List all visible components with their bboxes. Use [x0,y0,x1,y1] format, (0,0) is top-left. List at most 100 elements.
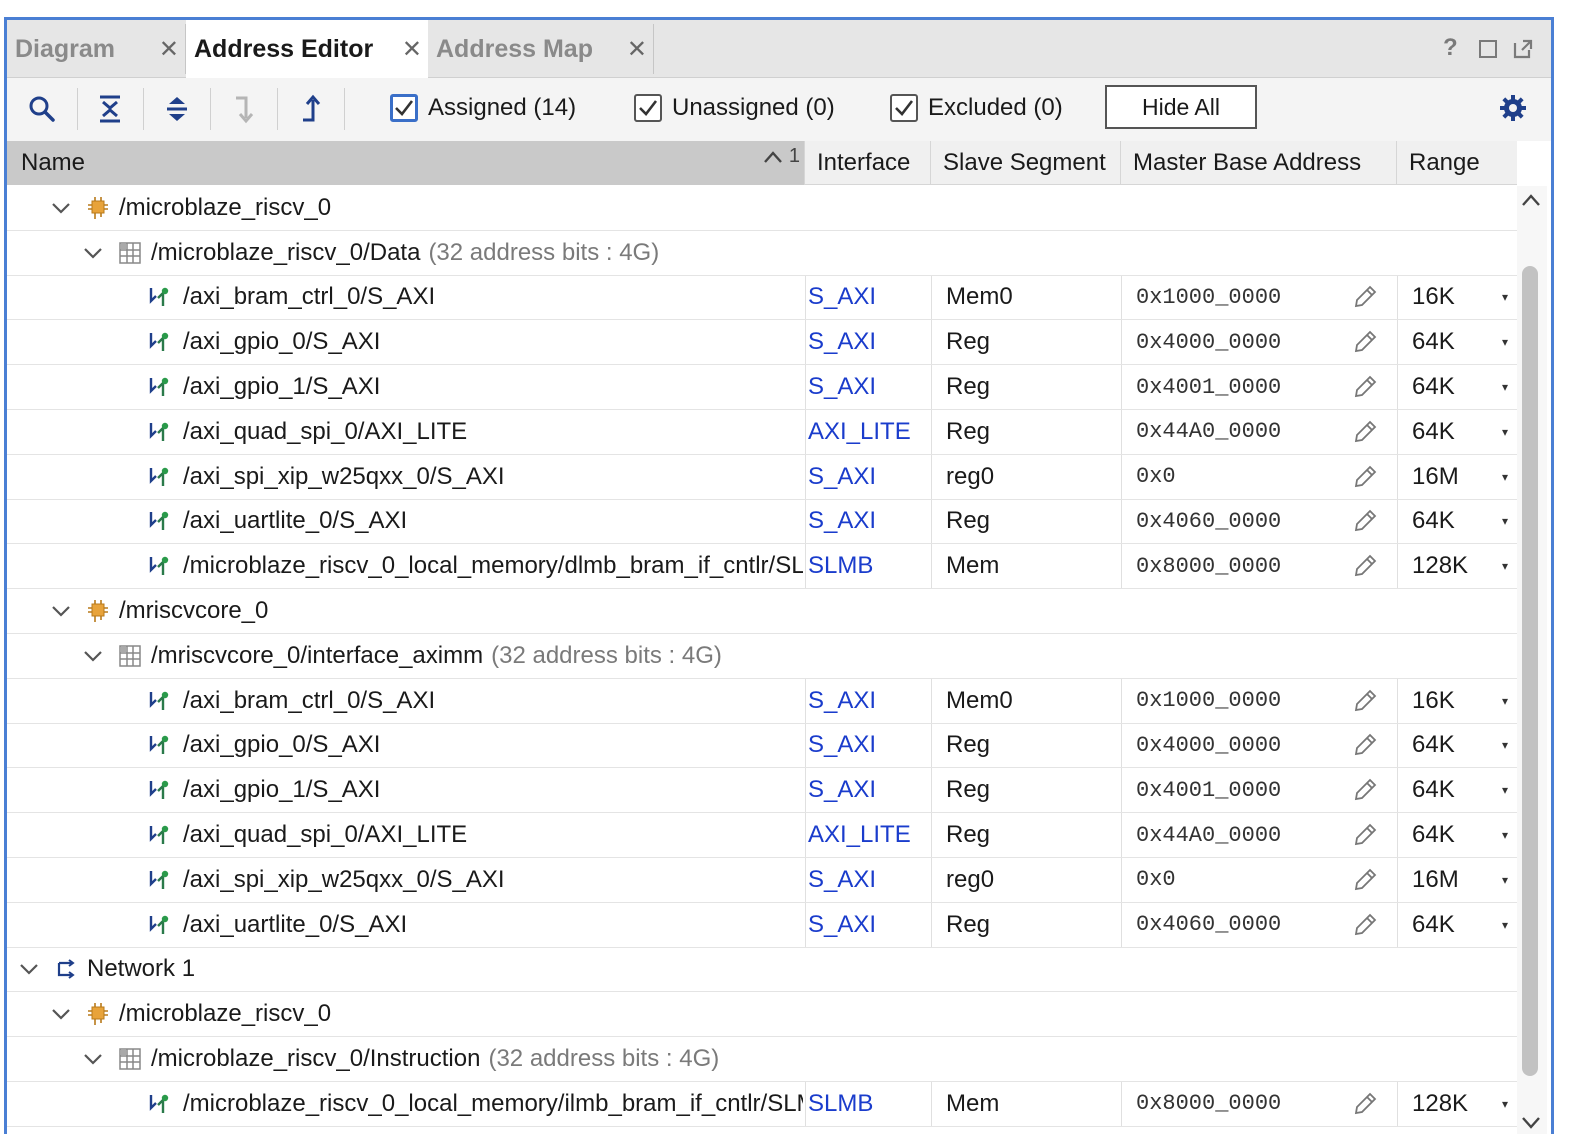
edit-pencil-icon[interactable] [1352,724,1378,768]
network-row[interactable]: Network 1 [7,948,1517,993]
collapse-all-icon[interactable] [93,92,127,126]
move-up-icon[interactable] [294,92,328,126]
excluded-filter[interactable]: Excluded (0) [890,94,1063,122]
table-row[interactable]: /axi_bram_ctrl_0/S_AXI S_AXI Mem0 0x1000_00… [7,275,1517,321]
range-dropdown-icon[interactable]: ▾ [1502,724,1508,768]
range-value[interactable]: 64K [1397,813,1497,857]
range-value[interactable]: 16K [1397,275,1497,320]
table-row[interactable]: /axi_gpio_1/S_AXI S_AXI Reg 0x4001_0000 64K ▾ [7,768,1517,814]
table-row[interactable]: /axi_spi_xip_w25qxx_0/S_AXI S_AXI reg0 0x0 1… [7,857,1517,903]
range-dropdown-icon[interactable]: ▾ [1502,365,1508,409]
column-slave-segment[interactable]: Slave Segment [931,141,1121,185]
tab-address-map[interactable]: Address Map ✕ [428,20,653,78]
column-range[interactable]: Range [1397,141,1517,185]
table-row[interactable]: /microblaze_riscv_0_local_memory/dlmb_br… [7,544,1517,590]
interface-link[interactable]: S_AXI [805,365,931,409]
unassigned-filter[interactable]: Unassigned (0) [634,94,835,122]
edit-pencil-icon[interactable] [1352,365,1378,409]
table-row[interactable]: /axi_quad_spi_0/AXI_LITE AXI_LITE Reg 0x44A… [7,409,1517,455]
table-row[interactable]: /axi_bram_ctrl_0/S_AXI S_AXI Mem0 0x1000_00… [7,678,1517,724]
close-icon[interactable]: ✕ [402,35,422,64]
range-value[interactable]: 16M [1397,454,1497,499]
column-interface[interactable]: Interface [805,141,931,185]
table-row[interactable]: /axi_gpio_1/S_AXI S_AXI Reg 0x4001_0000 64K ▾ [7,365,1517,410]
table-row[interactable]: /axi_uartlite_0/S_AXI S_AXI Reg 0x4060_0000… [7,902,1517,948]
scroll-down-icon[interactable] [1520,1111,1542,1134]
search-icon[interactable] [25,92,59,126]
master-row[interactable]: /mriscvcore_0 [7,589,1517,634]
range-dropdown-icon[interactable]: ▾ [1502,455,1508,499]
maximize-icon[interactable] [1479,40,1497,58]
table-row[interactable]: /axi_spi_xip_w25qxx_0/S_AXI S_AXI reg0 0x0 1… [7,454,1517,500]
expand-all-icon[interactable] [160,92,194,126]
interface-link[interactable]: S_AXI [805,678,931,723]
chevron-down-icon[interactable] [19,948,39,992]
table-row[interactable]: /microblaze_riscv_0_local_memory/ilmb_br… [7,1081,1517,1127]
range-value[interactable]: 16M [1397,857,1497,902]
interface-link[interactable]: SLMB [805,1081,931,1126]
checkbox-icon[interactable] [634,94,662,122]
interface-link[interactable]: S_AXI [805,499,931,544]
range-value[interactable]: 64K [1397,409,1497,454]
edit-pencil-icon[interactable] [1352,410,1378,454]
edit-pencil-icon[interactable] [1352,813,1378,857]
range-value[interactable]: 64K [1397,723,1497,768]
close-icon[interactable]: ✕ [627,35,647,64]
interface-link[interactable]: AXI_LITE [805,409,931,454]
range-value[interactable]: 64K [1397,768,1497,813]
edit-pencil-icon[interactable] [1352,544,1378,588]
interface-link[interactable]: S_AXI [805,723,931,768]
interface-link[interactable]: S_AXI [805,902,931,947]
hide-all-button[interactable]: Hide All [1105,85,1257,129]
chevron-down-icon[interactable] [51,589,71,633]
interface-link[interactable]: S_AXI [805,857,931,902]
range-dropdown-icon[interactable]: ▾ [1502,813,1508,857]
tab-diagram[interactable]: Diagram ✕ [7,20,185,78]
address-space-row[interactable]: /mriscvcore_0/interface_aximm (32 address… [7,634,1517,679]
range-dropdown-icon[interactable]: ▾ [1502,320,1508,364]
chevron-down-icon[interactable] [83,231,103,275]
interface-link[interactable]: SLMB [805,544,931,589]
interface-link[interactable]: S_AXI [805,320,931,365]
vertical-scrollbar[interactable] [1517,186,1547,1134]
edit-pencil-icon[interactable] [1352,768,1378,812]
address-space-row[interactable]: /microblaze_riscv_0/Instruction (32 addre… [7,1037,1517,1082]
checkbox-icon[interactable] [890,94,918,122]
table-row[interactable]: /axi_quad_spi_0/AXI_LITE AXI_LITE Reg 0x44A… [7,813,1517,858]
range-value[interactable]: 64K [1397,320,1497,365]
chevron-down-icon[interactable] [51,992,71,1036]
edit-pencil-icon[interactable] [1352,276,1378,320]
address-space-row[interactable]: /microblaze_riscv_0/Data (32 address bits… [7,231,1517,276]
range-dropdown-icon[interactable]: ▾ [1502,500,1508,544]
table-row[interactable]: /axi_gpio_0/S_AXI S_AXI Reg 0x4000_0000 64K ▾ [7,320,1517,366]
edit-pencil-icon[interactable] [1352,500,1378,544]
master-row[interactable]: /microblaze_riscv_0 [7,186,1517,231]
table-row[interactable]: /axi_uartlite_0/S_AXI S_AXI Reg 0x4060_0000… [7,499,1517,545]
edit-pencil-icon[interactable] [1352,455,1378,499]
interface-link[interactable]: S_AXI [805,275,931,320]
range-value[interactable]: 64K [1397,365,1497,409]
edit-pencil-icon[interactable] [1352,903,1378,947]
float-window-icon[interactable] [1512,38,1534,65]
range-dropdown-icon[interactable]: ▾ [1502,679,1508,723]
move-down-icon[interactable] [227,92,261,126]
tab-address-editor[interactable]: Address Editor ✕ [186,20,428,78]
edit-pencil-icon[interactable] [1352,320,1378,364]
range-dropdown-icon[interactable]: ▾ [1502,858,1508,902]
column-name[interactable]: Name 1 [7,141,805,185]
checkbox-icon[interactable] [390,94,418,122]
chevron-down-icon[interactable] [83,634,103,678]
interface-link[interactable]: S_AXI [805,768,931,813]
scrollbar-thumb[interactable] [1522,266,1538,1076]
chevron-down-icon[interactable] [51,186,71,230]
range-value[interactable]: 64K [1397,499,1497,544]
edit-pencil-icon[interactable] [1352,858,1378,902]
range-dropdown-icon[interactable]: ▾ [1502,276,1508,320]
range-dropdown-icon[interactable]: ▾ [1502,544,1508,588]
range-dropdown-icon[interactable]: ▾ [1502,768,1508,812]
gear-icon[interactable] [1499,94,1527,127]
interface-link[interactable]: S_AXI [805,454,931,499]
scroll-up-icon[interactable] [1520,188,1542,214]
range-value[interactable]: 128K [1397,1081,1497,1126]
close-icon[interactable]: ✕ [159,35,179,64]
